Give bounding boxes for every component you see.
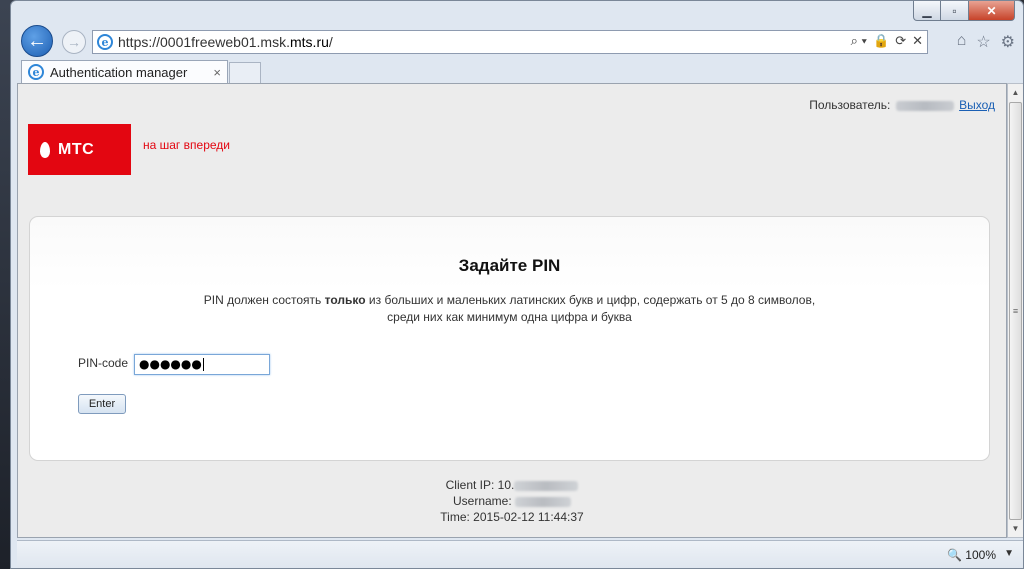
forward-arrow-icon: → [67,34,81,50]
pin-label: PIN-code [78,356,129,370]
user-label: Пользователь: [809,98,891,112]
url-text: https://0001freeweb01.msk.mts.ru/ [118,34,333,50]
username-line: Username: [18,493,1006,509]
browser-toolbar-icons: ⌂ ☆ ⚙ [957,32,1015,52]
maximize-button[interactable]: ▫ [941,1,969,21]
refresh-icon[interactable]: ⟳ [895,33,906,49]
page-title: Задайте PIN [458,256,561,275]
user-info: Пользователь: Выход [809,98,995,112]
new-tab-button[interactable] [229,62,261,83]
scroll-thumb[interactable]: ≡ [1009,102,1022,520]
tab-authentication-manager[interactable]: e Authentication manager × [21,60,228,83]
logout-link[interactable]: Выход [959,98,995,112]
tab-close-icon[interactable]: × [213,65,221,80]
navigation-bar: ← → e https://0001freeweb01.msk.mts.ru/ … [11,25,1023,59]
pin-input[interactable]: ●●●●●● [134,354,270,375]
back-arrow-icon: ← [27,29,47,52]
redacted-ip [514,480,579,491]
search-icon[interactable]: ⌕ ▾ [851,33,867,49]
address-bar[interactable]: e https://0001freeweb01.msk.mts.ru/ ⌕ ▾ … [92,30,928,54]
stop-icon[interactable]: ✕ [912,33,923,49]
close-button[interactable]: ✕ [969,1,1015,21]
scroll-down-arrow[interactable]: ▼ [1008,520,1023,537]
pin-form-panel: Задайте PIN PIN должен состоять только и… [29,216,990,461]
zoom-dropdown-icon[interactable]: ▼ [1004,548,1014,559]
zoom-icon: 🔍 [947,548,963,562]
window-caption-buttons: ▁ ▫ ✕ [913,1,1015,21]
logo-text: МТС [58,140,95,158]
mts-egg-icon [40,141,50,158]
redacted-username [895,100,954,111]
time-line: Time: 2015-02-12 11:44:37 [440,510,584,524]
ie-page-icon: e [97,34,113,50]
favorites-star-icon[interactable]: ☆ [976,32,990,52]
client-ip: Client IP: 10. [18,477,1006,493]
home-icon[interactable]: ⌂ [957,32,967,52]
forward-button[interactable]: → [62,30,86,54]
address-tools: ⌕ ▾ 🔒 ⟳ ✕ [851,33,923,49]
tab-bar: e Authentication manager × [11,59,1023,83]
scroll-up-arrow[interactable]: ▲ [1008,84,1023,101]
session-info: Client IP: 10. Username: Time: 2015-02-1… [18,477,1006,525]
redacted-username-footer [515,496,572,507]
gear-icon[interactable]: ⚙ [1001,32,1015,52]
page-viewport: Пользователь: Выход МТС на шаг впереди З… [17,83,1007,538]
browser-window: ▁ ▫ ✕ ← → e https://0001freeweb01.msk.mt… [10,0,1024,569]
lock-icon[interactable]: 🔒 [873,33,889,49]
tab-title: Authentication manager [50,64,188,80]
slogan: на шаг впереди [143,138,230,152]
vertical-scrollbar[interactable]: ▲ ≡ ▼ [1007,83,1023,538]
enter-button[interactable]: Enter [78,394,126,414]
minimize-button[interactable]: ▁ [913,1,941,21]
mts-logo: МТС [28,124,131,175]
ie-tab-icon: e [28,64,44,80]
back-button[interactable]: ← [21,25,53,57]
grip-icon: ≡ [1012,306,1019,316]
status-bar: 🔍 100% ▼ [17,540,1023,568]
pin-requirements: PIN должен состоять только из больших и … [203,293,816,324]
zoom-level[interactable]: 🔍 100% [947,548,996,562]
